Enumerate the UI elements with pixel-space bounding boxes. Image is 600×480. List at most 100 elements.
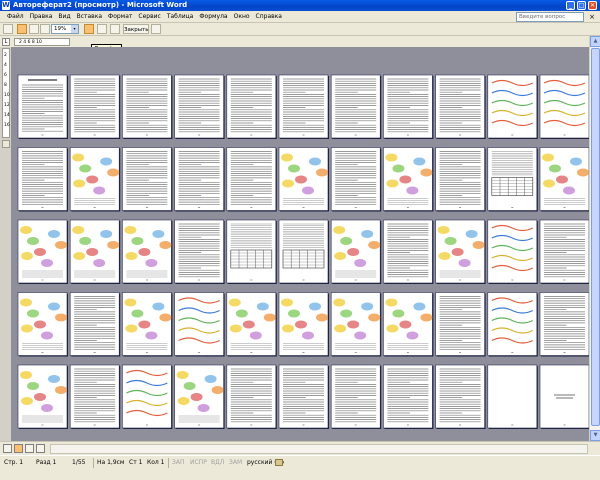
page-thumbnail[interactable] <box>383 74 434 139</box>
shrink-to-fit-icon[interactable] <box>97 24 107 34</box>
page-thumbnail[interactable] <box>174 292 225 357</box>
scroll-up-button[interactable]: ▲ <box>590 36 600 47</box>
one-page-icon[interactable] <box>29 24 39 34</box>
page-thumbnail[interactable] <box>69 219 121 284</box>
page-thumbnail[interactable] <box>539 147 590 212</box>
page-thumbnail[interactable] <box>278 364 329 429</box>
page-thumbnail[interactable] <box>278 147 329 212</box>
page-thumbnail[interactable] <box>539 74 590 139</box>
help-icon[interactable] <box>151 24 161 34</box>
horizontal-ruler[interactable]: 2 4 6 8 10 <box>14 38 70 46</box>
page-thumbnail[interactable] <box>122 74 173 139</box>
full-screen-icon[interactable] <box>110 24 120 34</box>
horizontal-scrollbar[interactable] <box>50 444 588 454</box>
page-thumbnail[interactable] <box>122 147 173 212</box>
page-thumbnail[interactable] <box>17 147 68 212</box>
vertical-scrollbar[interactable]: ▲ ▼ <box>589 36 600 441</box>
minimize-button[interactable]: _ <box>566 1 575 10</box>
word-app-icon[interactable]: W <box>2 1 10 10</box>
page-thumbnail[interactable] <box>69 364 121 429</box>
page-thumbnail[interactable] <box>539 364 590 429</box>
page-thumbnail[interactable] <box>226 74 277 139</box>
normal-view-icon[interactable] <box>3 444 12 453</box>
page-thumbnail[interactable] <box>174 219 225 284</box>
page-thumbnail[interactable] <box>17 219 68 284</box>
page-thumbnail[interactable] <box>122 364 173 429</box>
page-thumbnail[interactable] <box>539 219 590 284</box>
page-thumbnail[interactable] <box>226 364 277 429</box>
page-thumbnail[interactable] <box>226 219 277 284</box>
status-ext[interactable]: ВДЛ <box>211 458 224 467</box>
print-preview-area[interactable] <box>11 47 590 441</box>
multiple-pages-icon[interactable] <box>40 24 50 34</box>
page-thumbnail[interactable] <box>487 74 538 139</box>
page-thumbnail[interactable] <box>278 219 329 284</box>
spelling-book-icon[interactable] <box>275 459 283 466</box>
page-thumbnail[interactable] <box>487 147 538 212</box>
page-thumbnail[interactable] <box>487 364 538 429</box>
page-thumbnail[interactable] <box>383 364 434 429</box>
print-layout-icon[interactable] <box>25 444 34 453</box>
page-thumbnail[interactable] <box>122 292 173 357</box>
menu-item[interactable]: Формула <box>196 11 230 23</box>
page-thumbnail[interactable] <box>487 219 538 284</box>
page-thumbnail[interactable] <box>69 292 121 357</box>
magnifier-icon[interactable] <box>17 24 27 34</box>
page-thumbnail[interactable] <box>174 147 225 212</box>
page-thumbnail[interactable] <box>226 292 277 357</box>
menu-item[interactable]: Таблица <box>164 11 197 23</box>
page-thumbnail[interactable] <box>435 74 486 139</box>
page-thumbnail[interactable] <box>539 292 590 357</box>
page-thumbnail[interactable] <box>278 292 329 357</box>
ruler-icon[interactable] <box>84 24 94 34</box>
page-thumbnail[interactable] <box>383 147 434 212</box>
close-document-button[interactable]: × <box>587 12 597 22</box>
page-thumbnail[interactable] <box>69 147 121 212</box>
page-thumbnail[interactable] <box>226 147 277 212</box>
menu-item[interactable]: Справка <box>253 11 285 23</box>
page-thumbnail[interactable] <box>435 364 486 429</box>
ask-question-input[interactable]: Введите вопрос <box>516 12 584 22</box>
page-thumbnail[interactable] <box>435 147 486 212</box>
outline-view-icon[interactable] <box>36 444 45 453</box>
status-ovr[interactable]: ЗАМ <box>229 458 242 467</box>
page-thumbnail[interactable] <box>330 147 382 212</box>
page-thumbnail[interactable] <box>435 219 486 284</box>
vertical-ruler[interactable]: 2 4 6 8 10 12 14 16 <box>2 48 10 138</box>
scroll-down-button[interactable]: ▼ <box>590 430 600 441</box>
close-preview-button[interactable]: Закрыть <box>123 24 149 34</box>
menu-item[interactable]: Вид <box>55 11 73 23</box>
page-thumbnail[interactable] <box>330 292 382 357</box>
page-thumbnail[interactable] <box>383 219 434 284</box>
page-thumbnail[interactable] <box>435 292 486 357</box>
page-thumbnail[interactable] <box>330 74 382 139</box>
page-thumbnail[interactable] <box>69 74 121 139</box>
chevron-down-icon[interactable]: ▾ <box>71 25 78 33</box>
web-view-icon[interactable] <box>14 444 23 453</box>
page-thumbnail[interactable] <box>17 74 68 139</box>
page-thumbnail[interactable] <box>174 364 225 429</box>
status-rec[interactable]: ЗАП <box>172 458 184 467</box>
page-thumbnail[interactable] <box>487 292 538 357</box>
page-thumbnail[interactable] <box>174 74 225 139</box>
menu-item[interactable]: Окно <box>231 11 253 23</box>
page-thumbnail[interactable] <box>17 292 68 357</box>
view-options-icon[interactable] <box>2 140 10 148</box>
tab-stop-selector[interactable]: L <box>2 38 10 46</box>
menu-item[interactable]: Формат <box>105 11 135 23</box>
menu-item[interactable]: Файл <box>4 11 27 23</box>
page-thumbnail[interactable] <box>122 219 173 284</box>
close-window-button[interactable]: ✕ <box>588 1 597 10</box>
maximize-button[interactable]: □ <box>577 1 586 10</box>
page-thumbnail[interactable] <box>278 74 329 139</box>
menu-item[interactable]: Вставка <box>74 11 105 23</box>
status-trk[interactable]: ИСПР <box>190 458 207 467</box>
zoom-select[interactable]: 19% ▾ <box>51 24 79 34</box>
page-thumbnail[interactable] <box>17 364 68 429</box>
page-thumbnail[interactable] <box>330 364 382 429</box>
page-thumbnail[interactable] <box>330 219 382 284</box>
menu-item[interactable]: Правка <box>27 11 56 23</box>
page-thumbnail[interactable] <box>383 292 434 357</box>
scroll-thumb[interactable] <box>591 48 600 426</box>
menu-item[interactable]: Сервис <box>135 11 163 23</box>
